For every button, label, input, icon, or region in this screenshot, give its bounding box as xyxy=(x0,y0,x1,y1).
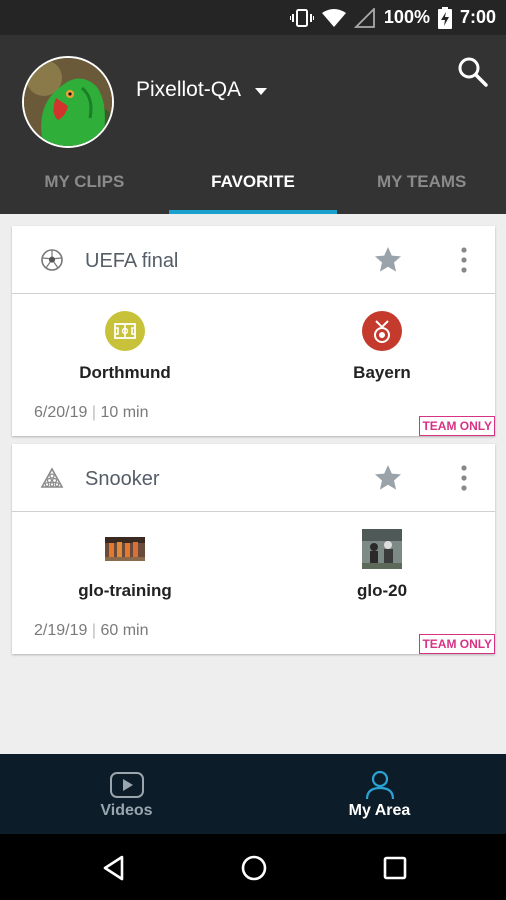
home-team[interactable]: Dorthmund xyxy=(35,311,215,383)
clip-duration: 60 min xyxy=(100,622,149,639)
card-header: UEFA final xyxy=(12,226,495,294)
clip-meta: 2/19/19 | 60 min xyxy=(34,622,148,640)
star-icon[interactable] xyxy=(373,463,403,493)
signal-icon xyxy=(353,7,375,28)
soccer-ball-icon xyxy=(41,249,63,271)
away-team-name: Bayern xyxy=(353,363,411,382)
team-only-badge: TEAM ONLY xyxy=(419,634,495,654)
meta-separator: | xyxy=(91,622,96,639)
clock: 7:00 xyxy=(459,7,496,27)
card-teams: Dorthmund Bayern 6/20/19 | 10 min TEAM O… xyxy=(12,294,495,436)
clip-duration: 10 min xyxy=(100,404,149,421)
battery-percent: 100% xyxy=(383,7,430,27)
nav-videos[interactable]: Videos xyxy=(0,754,253,834)
person-icon xyxy=(365,770,394,800)
bottom-nav: Videos My Area xyxy=(0,754,506,834)
team-logo-icon xyxy=(105,311,145,351)
system-nav-bar xyxy=(0,834,506,900)
card-header: Snooker xyxy=(12,444,495,512)
clip-card[interactable]: UEFA final Dorthmund Bayern 6/20/19 | 10… xyxy=(12,226,495,436)
clip-date: 2/19/19 xyxy=(34,622,88,639)
meta-separator: | xyxy=(91,404,96,421)
recents-icon[interactable] xyxy=(381,854,409,882)
tab-favorite[interactable]: FAVORITE xyxy=(168,165,338,214)
team-only-badge: TEAM ONLY xyxy=(419,416,495,436)
battery-charging-icon xyxy=(437,6,452,29)
more-vert-icon[interactable] xyxy=(456,246,472,274)
card-teams: glo-training glo-20 2/19/19 | 60 min TEA… xyxy=(12,512,495,654)
search-icon[interactable] xyxy=(456,55,490,89)
card-title: Snooker xyxy=(85,468,160,490)
star-icon[interactable] xyxy=(373,245,403,275)
team-logo-icon xyxy=(362,311,402,351)
away-team-name: glo-20 xyxy=(356,581,408,600)
app-header: Pixellot-QA MY CLIPS FAVORITE MY TEAMS xyxy=(0,35,506,214)
avatar[interactable] xyxy=(22,56,114,148)
card-title: UEFA final xyxy=(85,250,179,272)
team-photo-icon xyxy=(105,537,145,561)
clip-meta: 6/20/19 | 10 min xyxy=(34,404,148,422)
vibrate-icon xyxy=(289,8,314,27)
clip-date: 6/20/19 xyxy=(34,404,88,421)
nav-my-area-label: My Area xyxy=(348,802,411,819)
clip-card[interactable]: Snooker glo-training glo-20 2/19/19 | 60… xyxy=(12,444,495,654)
nav-my-area[interactable]: My Area xyxy=(253,754,506,834)
parrot-avatar-icon xyxy=(24,58,112,146)
tab-bar: MY CLIPS FAVORITE MY TEAMS xyxy=(0,165,506,214)
tab-my-teams[interactable]: MY TEAMS xyxy=(337,165,506,214)
home-team[interactable]: glo-training xyxy=(35,529,215,601)
account-switcher[interactable]: Pixellot-QA xyxy=(136,78,268,102)
away-team[interactable]: Bayern xyxy=(292,311,472,383)
more-vert-icon[interactable] xyxy=(456,464,472,492)
home-team-name: glo-training xyxy=(78,581,172,600)
tab-my-clips[interactable]: MY CLIPS xyxy=(0,165,169,214)
team-photo-icon xyxy=(362,529,402,569)
play-icon xyxy=(109,772,144,798)
home-team-name: Dorthmund xyxy=(79,363,171,382)
status-bar: 100% 7:00 xyxy=(0,0,506,35)
snooker-rack-icon xyxy=(40,467,64,488)
home-icon[interactable] xyxy=(240,854,268,882)
account-name: Pixellot-QA xyxy=(136,78,242,101)
wifi-icon xyxy=(321,8,346,27)
back-icon[interactable] xyxy=(100,854,128,882)
nav-videos-label: Videos xyxy=(100,802,153,819)
away-team[interactable]: glo-20 xyxy=(292,529,472,601)
dropdown-caret-icon xyxy=(255,87,268,95)
